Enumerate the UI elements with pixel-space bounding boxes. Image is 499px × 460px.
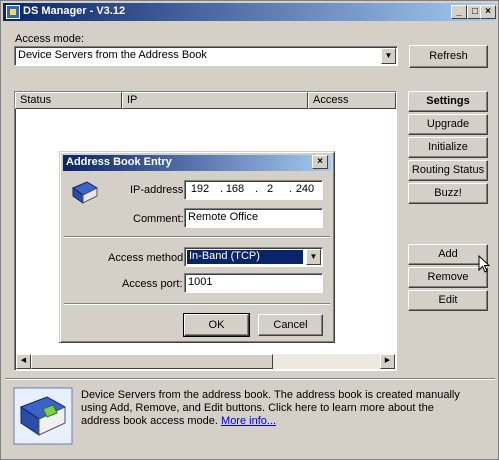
more-info-link[interactable]: More info... xyxy=(221,415,276,427)
ip-octet-3[interactable]: 2 xyxy=(257,183,283,195)
routing-status-button[interactable]: Routing Status xyxy=(408,160,488,181)
access-method-dropdown[interactable]: In-Band (TCP) ▼ xyxy=(184,247,323,267)
horizontal-scrollbar[interactable]: ◀ ▶ xyxy=(16,354,395,369)
comment-field[interactable]: Remote Office xyxy=(184,208,323,228)
edit-button[interactable]: Edit xyxy=(408,290,488,311)
divider xyxy=(64,236,330,238)
app-icon xyxy=(6,5,20,19)
remove-button[interactable]: Remove xyxy=(408,267,488,288)
access-method-value: In-Band (TCP) xyxy=(187,250,303,264)
access-mode-dropdown[interactable]: Device Servers from the Address Book ▼ xyxy=(14,46,398,66)
settings-button[interactable]: Settings xyxy=(408,91,488,112)
access-mode-value: Device Servers from the Address Book xyxy=(18,49,207,61)
ip-octet-4[interactable]: 240 xyxy=(292,183,318,195)
dialog-close-button[interactable]: × xyxy=(312,155,328,169)
window-title: DS Manager - V3.12 xyxy=(23,5,126,17)
ds-manager-window: DS Manager - V3.12 _ □ × Access mode: De… xyxy=(0,0,499,460)
access-port-label: Access port: xyxy=(122,278,183,290)
chevron-down-icon[interactable]: ▼ xyxy=(306,249,321,265)
info-panel: Device Servers from the address book. Th… xyxy=(9,383,492,451)
cursor-icon xyxy=(478,255,491,273)
address-book-icon xyxy=(71,181,99,204)
access-method-label: Access method: xyxy=(108,252,187,264)
scroll-thumb[interactable] xyxy=(31,354,273,369)
ip-octet-2[interactable]: 168 xyxy=(222,183,248,195)
column-header-access[interactable]: Access xyxy=(308,92,396,109)
chevron-down-icon[interactable]: ▼ xyxy=(381,48,396,64)
minimize-button[interactable]: _ xyxy=(451,5,467,19)
cancel-button[interactable]: Cancel xyxy=(258,314,323,336)
address-book-entry-dialog: Address Book Entry × IP-address: 192 . 1… xyxy=(59,151,335,343)
title-bar[interactable]: DS Manager - V3.12 _ □ × xyxy=(3,3,496,21)
access-port-field[interactable]: 1001 xyxy=(184,273,323,293)
ip-octet-1[interactable]: 192 xyxy=(187,183,213,195)
ok-button[interactable]: OK xyxy=(183,313,250,337)
refresh-button-label: Refresh xyxy=(429,50,468,62)
comment-label: Comment: xyxy=(133,213,184,225)
column-header-ip[interactable]: IP xyxy=(122,92,308,109)
divider xyxy=(64,303,330,305)
access-mode-label: Access mode: xyxy=(15,33,85,45)
ip-address-label: IP-address: xyxy=(130,184,187,196)
address-book-icon[interactable] xyxy=(13,387,73,445)
info-text: Device Servers from the address book. Th… xyxy=(81,389,471,428)
add-button[interactable]: Add xyxy=(408,244,488,265)
ip-address-field[interactable]: 192 . 168 . 2 . 240 xyxy=(184,180,323,200)
refresh-button[interactable]: Refresh xyxy=(409,45,488,68)
dialog-title: Address Book Entry xyxy=(66,156,172,168)
scroll-left-icon[interactable]: ◀ xyxy=(16,354,31,369)
scroll-right-icon[interactable]: ▶ xyxy=(380,354,395,369)
upgrade-button[interactable]: Upgrade xyxy=(408,114,488,135)
close-button[interactable]: × xyxy=(480,5,496,19)
column-header-status[interactable]: Status xyxy=(15,92,122,109)
dialog-title-bar[interactable]: Address Book Entry × xyxy=(63,155,331,171)
initialize-button[interactable]: Initialize xyxy=(408,137,488,158)
divider xyxy=(5,378,495,380)
buzz-button[interactable]: Buzz! xyxy=(408,183,488,204)
